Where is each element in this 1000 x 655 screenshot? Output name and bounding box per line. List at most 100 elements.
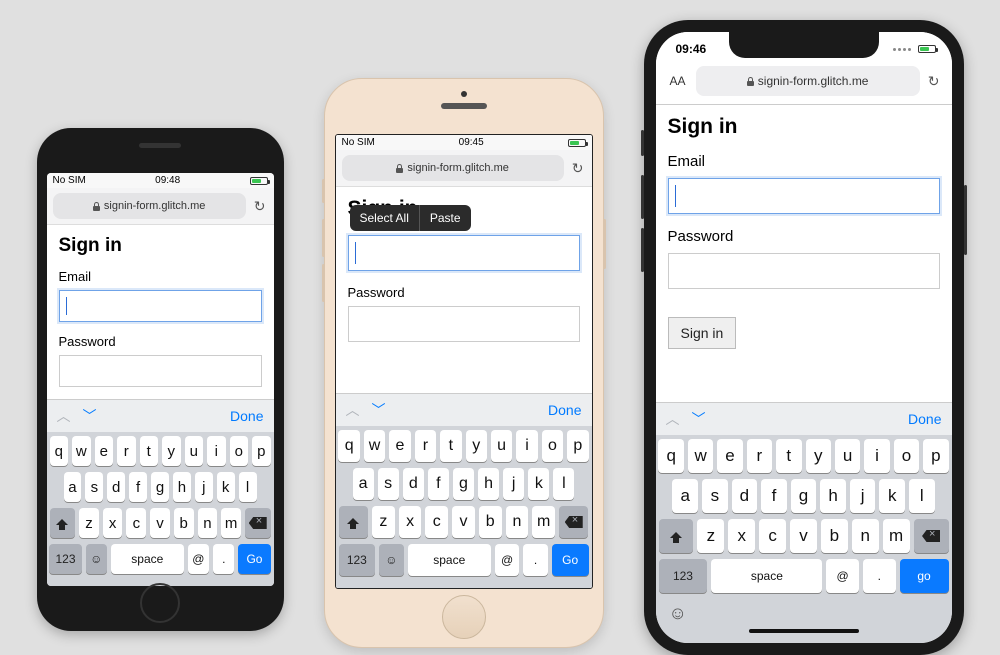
reload-icon[interactable]: ↻: [926, 73, 942, 90]
key-o[interactable]: o: [894, 439, 919, 473]
key-m[interactable]: m: [221, 508, 241, 538]
key-h[interactable]: h: [478, 468, 499, 500]
key-w[interactable]: w: [72, 436, 91, 466]
key-emoji[interactable]: ☺: [379, 544, 403, 576]
key-i[interactable]: i: [207, 436, 226, 466]
key-k[interactable]: k: [879, 479, 905, 513]
key-t[interactable]: t: [776, 439, 801, 473]
key-go[interactable]: Go: [238, 544, 270, 574]
key-t[interactable]: t: [440, 430, 461, 462]
key-p[interactable]: p: [567, 430, 588, 462]
key-w[interactable]: w: [688, 439, 713, 473]
key-f[interactable]: f: [761, 479, 787, 513]
key-space[interactable]: space: [111, 544, 184, 574]
key-backspace[interactable]: [245, 508, 271, 538]
key-at[interactable]: @: [826, 559, 859, 593]
text-size-button[interactable]: AA: [666, 74, 690, 88]
email-field[interactable]: [59, 290, 262, 322]
email-field[interactable]: [348, 235, 580, 271]
url-box[interactable]: signin-form.glitch.me: [342, 155, 564, 181]
key-e[interactable]: e: [95, 436, 114, 466]
key-e[interactable]: e: [717, 439, 742, 473]
password-field[interactable]: [59, 355, 262, 387]
key-b[interactable]: b: [174, 508, 194, 538]
key-k[interactable]: k: [528, 468, 549, 500]
menu-select-all[interactable]: Select All: [350, 205, 420, 231]
key-c[interactable]: c: [759, 519, 786, 553]
key-dot[interactable]: .: [213, 544, 234, 574]
prev-field-icon[interactable]: ︿: [346, 400, 360, 420]
key-k[interactable]: k: [217, 472, 235, 502]
key-h[interactable]: h: [173, 472, 191, 502]
key-shift[interactable]: [339, 506, 369, 538]
key-t[interactable]: t: [140, 436, 159, 466]
key-v[interactable]: v: [452, 506, 475, 538]
key-n[interactable]: n: [852, 519, 879, 553]
key-f[interactable]: f: [129, 472, 147, 502]
key-z[interactable]: z: [79, 508, 99, 538]
key-c[interactable]: c: [425, 506, 448, 538]
key-q[interactable]: q: [658, 439, 683, 473]
key-space[interactable]: space: [408, 544, 491, 576]
key-at[interactable]: @: [495, 544, 519, 576]
key-j[interactable]: j: [503, 468, 524, 500]
key-x[interactable]: x: [103, 508, 123, 538]
key-j[interactable]: j: [195, 472, 213, 502]
key-b[interactable]: b: [479, 506, 502, 538]
password-field[interactable]: [348, 306, 580, 342]
done-button[interactable]: Done: [548, 402, 581, 418]
next-field-icon[interactable]: ﹀: [692, 409, 706, 429]
reload-icon[interactable]: ↻: [570, 160, 586, 177]
key-u[interactable]: u: [491, 430, 512, 462]
key-p[interactable]: p: [252, 436, 271, 466]
key-x[interactable]: x: [728, 519, 755, 553]
prev-field-icon[interactable]: ︿: [57, 406, 71, 426]
key-e[interactable]: e: [389, 430, 410, 462]
menu-paste[interactable]: Paste: [420, 205, 471, 231]
key-at[interactable]: @: [188, 544, 209, 574]
key-l[interactable]: l: [553, 468, 574, 500]
email-field[interactable]: [668, 178, 940, 214]
key-n[interactable]: n: [198, 508, 218, 538]
key-o[interactable]: o: [542, 430, 563, 462]
key-n[interactable]: n: [506, 506, 529, 538]
key-emoji[interactable]: ☺: [669, 603, 687, 624]
key-backspace[interactable]: [914, 519, 949, 553]
key-i[interactable]: i: [516, 430, 537, 462]
key-emoji[interactable]: ☺: [86, 544, 107, 574]
key-dot[interactable]: .: [863, 559, 896, 593]
home-indicator[interactable]: [749, 629, 859, 633]
next-field-icon[interactable]: ﹀: [372, 400, 386, 420]
done-button[interactable]: Done: [230, 408, 263, 424]
key-x[interactable]: x: [399, 506, 422, 538]
key-123[interactable]: 123: [49, 544, 81, 574]
key-v[interactable]: v: [150, 508, 170, 538]
key-j[interactable]: j: [850, 479, 876, 513]
key-d[interactable]: d: [732, 479, 758, 513]
key-g[interactable]: g: [151, 472, 169, 502]
key-l[interactable]: l: [909, 479, 935, 513]
key-b[interactable]: b: [821, 519, 848, 553]
key-h[interactable]: h: [820, 479, 846, 513]
key-space[interactable]: space: [711, 559, 822, 593]
key-a[interactable]: a: [672, 479, 698, 513]
done-button[interactable]: Done: [908, 411, 941, 427]
key-p[interactable]: p: [923, 439, 948, 473]
key-y[interactable]: y: [806, 439, 831, 473]
key-r[interactable]: r: [415, 430, 436, 462]
url-box[interactable]: signin-form.glitch.me: [53, 193, 246, 219]
key-w[interactable]: w: [364, 430, 385, 462]
key-g[interactable]: g: [453, 468, 474, 500]
key-y[interactable]: y: [162, 436, 181, 466]
reload-icon[interactable]: ↻: [252, 198, 268, 215]
key-dot[interactable]: .: [523, 544, 547, 576]
key-s[interactable]: s: [85, 472, 103, 502]
key-m[interactable]: m: [532, 506, 555, 538]
home-button[interactable]: [442, 595, 486, 639]
key-a[interactable]: a: [64, 472, 82, 502]
key-u[interactable]: u: [185, 436, 204, 466]
key-s[interactable]: s: [702, 479, 728, 513]
key-shift[interactable]: [659, 519, 694, 553]
password-field[interactable]: [668, 253, 940, 289]
key-d[interactable]: d: [403, 468, 424, 500]
